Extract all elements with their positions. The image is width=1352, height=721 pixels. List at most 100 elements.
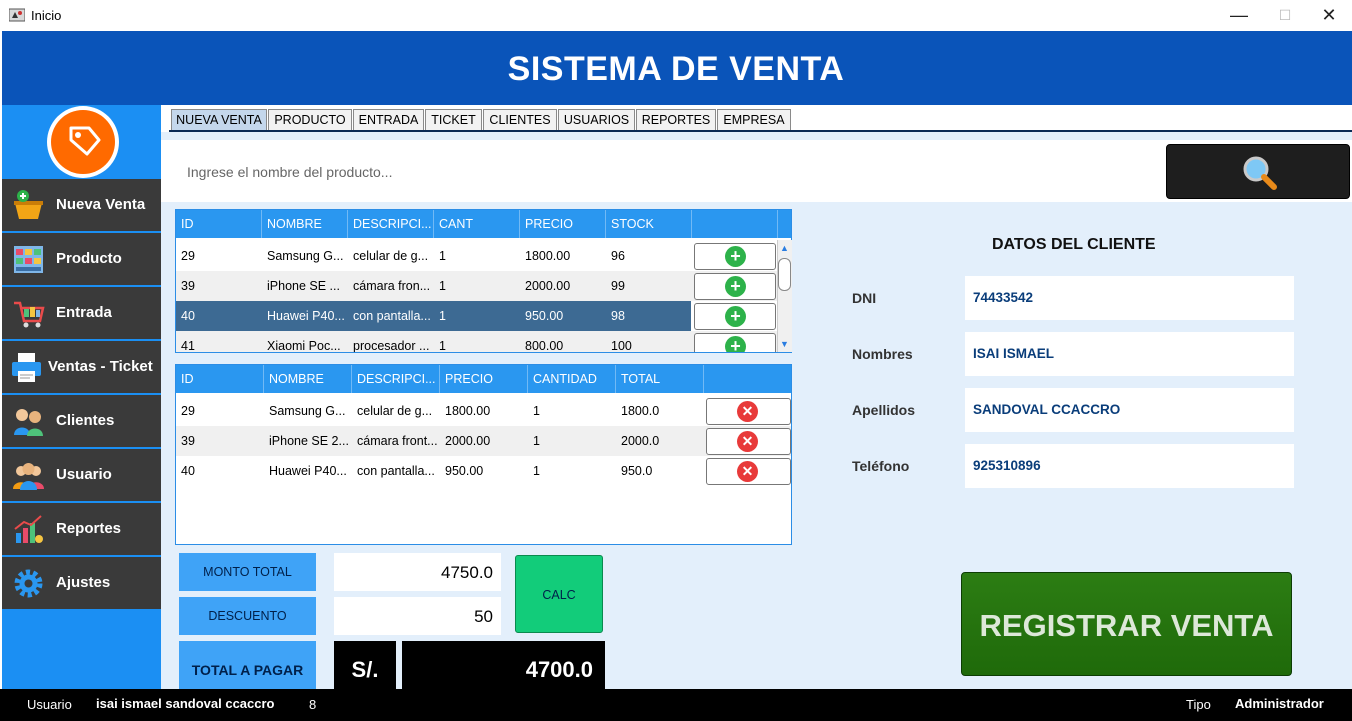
- cell-stock: 100: [611, 339, 632, 353]
- column-header[interactable]: [692, 210, 778, 238]
- cell-precio: 1800.00: [525, 249, 571, 263]
- cell-total: 2000.0: [621, 434, 660, 448]
- total-a-pagar-label: TOTAL A PAGAR: [179, 641, 316, 689]
- column-header[interactable]: PRECIO: [440, 365, 528, 393]
- clients-icon: [14, 409, 43, 436]
- column-header[interactable]: ID: [176, 365, 264, 393]
- sidebar-item-ajustes[interactable]: Ajustes: [2, 557, 161, 609]
- column-header[interactable]: NOMBRE: [262, 210, 348, 238]
- nombres-label: Nombres: [852, 346, 913, 362]
- descuento-field[interactable]: 50: [334, 597, 501, 635]
- sidebar-item-label: Ventas - Ticket: [48, 358, 153, 375]
- cell-total: 950.0: [621, 464, 653, 478]
- tab-underline: [169, 130, 1352, 132]
- column-header[interactable]: PRECIO: [520, 210, 606, 238]
- cell-cant: 1: [439, 249, 446, 263]
- cell-id: 41: [181, 339, 195, 353]
- registrar-venta-button[interactable]: REGISTRAR VENTA: [961, 572, 1292, 676]
- sidebar-item-label: Usuario: [56, 466, 112, 483]
- sidebar-item-nueva-venta[interactable]: Nueva Venta: [2, 179, 161, 231]
- close-button[interactable]: ✕: [1306, 0, 1352, 31]
- apellidos-field[interactable]: SANDOVAL CCACCRO: [965, 388, 1294, 432]
- window-title-bar: [0, 0, 1352, 31]
- add-product-button[interactable]: +: [694, 303, 776, 330]
- table-row[interactable]: 29 Samsung G... celular de g... 1 1800.0…: [176, 241, 778, 271]
- telefono-label: Teléfono: [852, 458, 910, 474]
- cell-cant: 1: [439, 279, 446, 293]
- plus-icon: +: [725, 336, 746, 352]
- cell-precio: 2000.00: [525, 279, 571, 293]
- remove-item-button[interactable]: ✕: [706, 428, 791, 455]
- sidebar-item-label: Reportes: [56, 520, 122, 537]
- scroll-thumb[interactable]: [778, 258, 791, 291]
- search-input[interactable]: [175, 145, 1160, 199]
- descuento-label: DESCUENTO: [179, 597, 316, 635]
- tab-nueva-venta[interactable]: NUEVA VENTA: [171, 109, 267, 131]
- tag-logo-icon: [51, 110, 115, 174]
- products-icon: [14, 246, 43, 273]
- column-header[interactable]: CANTIDAD: [528, 365, 616, 393]
- column-header[interactable]: ID: [176, 210, 262, 238]
- cell-cantidad: 1: [533, 434, 540, 448]
- sidebar-item-producto[interactable]: Producto: [2, 233, 161, 285]
- sidebar-item-entrada[interactable]: Entrada: [2, 287, 161, 339]
- maximize-button[interactable]: ☐: [1262, 0, 1308, 31]
- remove-item-button[interactable]: ✕: [706, 458, 791, 485]
- minimize-button[interactable]: —: [1216, 0, 1262, 31]
- sidebar-item-clientes[interactable]: Clientes: [2, 395, 161, 447]
- add-product-button[interactable]: +: [694, 273, 776, 300]
- column-header[interactable]: DESCRIPCI...: [352, 365, 440, 393]
- add-product-button[interactable]: +: [694, 243, 776, 270]
- monto-total-label: MONTO TOTAL: [179, 553, 316, 591]
- column-header[interactable]: DESCRIPCI...: [348, 210, 434, 238]
- tab-producto[interactable]: PRODUCTO: [268, 109, 352, 131]
- monto-total-field[interactable]: 4750.0: [334, 553, 501, 591]
- cell-precio: 800.00: [525, 339, 564, 353]
- tab-reportes[interactable]: REPORTES: [636, 109, 716, 131]
- sidebar-item-usuario[interactable]: Usuario: [2, 449, 161, 501]
- dni-field[interactable]: 74433542: [965, 276, 1294, 320]
- table-row[interactable]: 41 Xiaomi Poc... procesador ... 1 800.00…: [176, 331, 778, 353]
- cell-descripcion: cámara front...: [357, 434, 438, 448]
- column-header[interactable]: TOTAL: [616, 365, 704, 393]
- column-header[interactable]: CANT: [434, 210, 520, 238]
- remove-item-button[interactable]: ✕: [706, 398, 791, 425]
- sidebar-item-label: Nueva Venta: [56, 196, 146, 213]
- tab-empresa[interactable]: EMPRESA: [717, 109, 791, 131]
- add-product-button[interactable]: +: [694, 333, 776, 352]
- column-header[interactable]: NOMBRE: [264, 365, 352, 393]
- scroll-down-icon[interactable]: ▼: [777, 337, 792, 351]
- calc-button[interactable]: CALC: [515, 555, 603, 633]
- tab-clientes[interactable]: CLIENTES: [483, 109, 557, 131]
- cell-stock: 98: [611, 309, 625, 323]
- tab-entrada[interactable]: ENTRADA: [353, 109, 424, 131]
- cell-precio: 1800.00: [445, 404, 491, 418]
- client-section-title: DATOS DEL CLIENTE: [992, 236, 1156, 253]
- tab-ticket[interactable]: TICKET: [425, 109, 482, 131]
- close-icon: ✕: [737, 431, 758, 452]
- table-row[interactable]: 40 Huawei P40... con pantalla... 950.00 …: [176, 456, 791, 486]
- close-icon: ✕: [737, 401, 758, 422]
- table-row[interactable]: 29 Samsung G... celular de g... 1800.00 …: [176, 396, 791, 426]
- table-row[interactable]: 39 iPhone SE ... cámara fron... 1 2000.0…: [176, 271, 778, 301]
- column-header[interactable]: STOCK: [606, 210, 692, 238]
- gear-icon: [14, 569, 43, 598]
- nombres-field[interactable]: ISAI ISMAEL: [965, 332, 1294, 376]
- telefono-field[interactable]: 925310896: [965, 444, 1294, 488]
- sidebar-item-ventas-ticket[interactable]: Ventas - Ticket: [2, 341, 161, 393]
- products-scrollbar[interactable]: [777, 240, 792, 352]
- column-header[interactable]: [704, 365, 791, 393]
- plus-icon: +: [725, 246, 746, 267]
- cell-nombre: Xiaomi Poc...: [267, 339, 341, 353]
- cell-descripcion: celular de g...: [353, 249, 429, 263]
- cart-table: ID NOMBRE DESCRIPCI... PRECIO CANTIDAD T…: [175, 364, 792, 545]
- sidebar-item-reportes[interactable]: Reportes: [2, 503, 161, 555]
- cell-descripcion: con pantalla...: [357, 464, 435, 478]
- products-table: ID NOMBRE DESCRIPCI... CANT PRECIO STOCK…: [175, 209, 792, 353]
- scroll-up-icon[interactable]: ▲: [777, 241, 792, 255]
- cell-id: 40: [181, 464, 195, 478]
- table-row-selected[interactable]: 40 Huawei P40... con pantalla... 1 950.0…: [176, 301, 691, 331]
- search-button[interactable]: [1166, 144, 1350, 199]
- tab-usuarios[interactable]: USUARIOS: [558, 109, 635, 131]
- table-row[interactable]: 39 iPhone SE 2... cámara front... 2000.0…: [176, 426, 791, 456]
